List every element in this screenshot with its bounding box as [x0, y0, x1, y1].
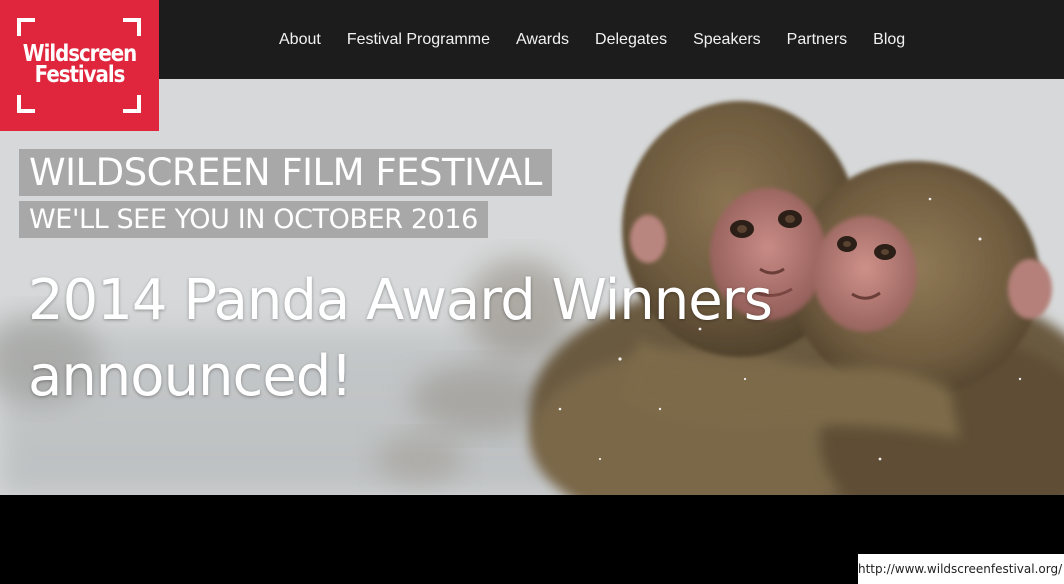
nav-awards[interactable]: Awards	[503, 0, 582, 79]
nav-speakers[interactable]: Speakers	[680, 0, 774, 79]
festival-title: WILDSCREEN FILM FESTIVAL	[19, 149, 552, 196]
wildscreen-logo[interactable]: Wildscreen Festivals	[0, 0, 159, 131]
nav-blog[interactable]: Blog	[860, 0, 918, 79]
header-bar: About Festival Programme Awards Delegate…	[0, 0, 1064, 79]
hero-banner[interactable]: WILDSCREEN FILM FESTIVAL WE'LL SEE YOU I…	[0, 79, 1064, 495]
logo-frame-corner	[123, 18, 141, 36]
main-nav: About Festival Programme Awards Delegate…	[266, 0, 918, 79]
bottom-area: http://www.wildscreenfestival.org/	[0, 495, 1064, 584]
logo-frame-corner	[17, 95, 35, 113]
nav-partners[interactable]: Partners	[774, 0, 860, 79]
logo-frame-corner	[123, 95, 141, 113]
nav-about[interactable]: About	[266, 0, 334, 79]
nav-delegates[interactable]: Delegates	[582, 0, 680, 79]
source-url: http://www.wildscreenfestival.org/	[858, 554, 1064, 584]
nav-festival-programme[interactable]: Festival Programme	[334, 0, 503, 79]
logo-text-line2: Festivals	[34, 62, 126, 88]
logo-frame-corner	[17, 18, 35, 36]
festival-date-subtitle: WE'LL SEE YOU IN OCTOBER 2016	[19, 201, 488, 238]
hero-headline[interactable]: 2014 Panda Award Winners announced!	[28, 263, 928, 415]
